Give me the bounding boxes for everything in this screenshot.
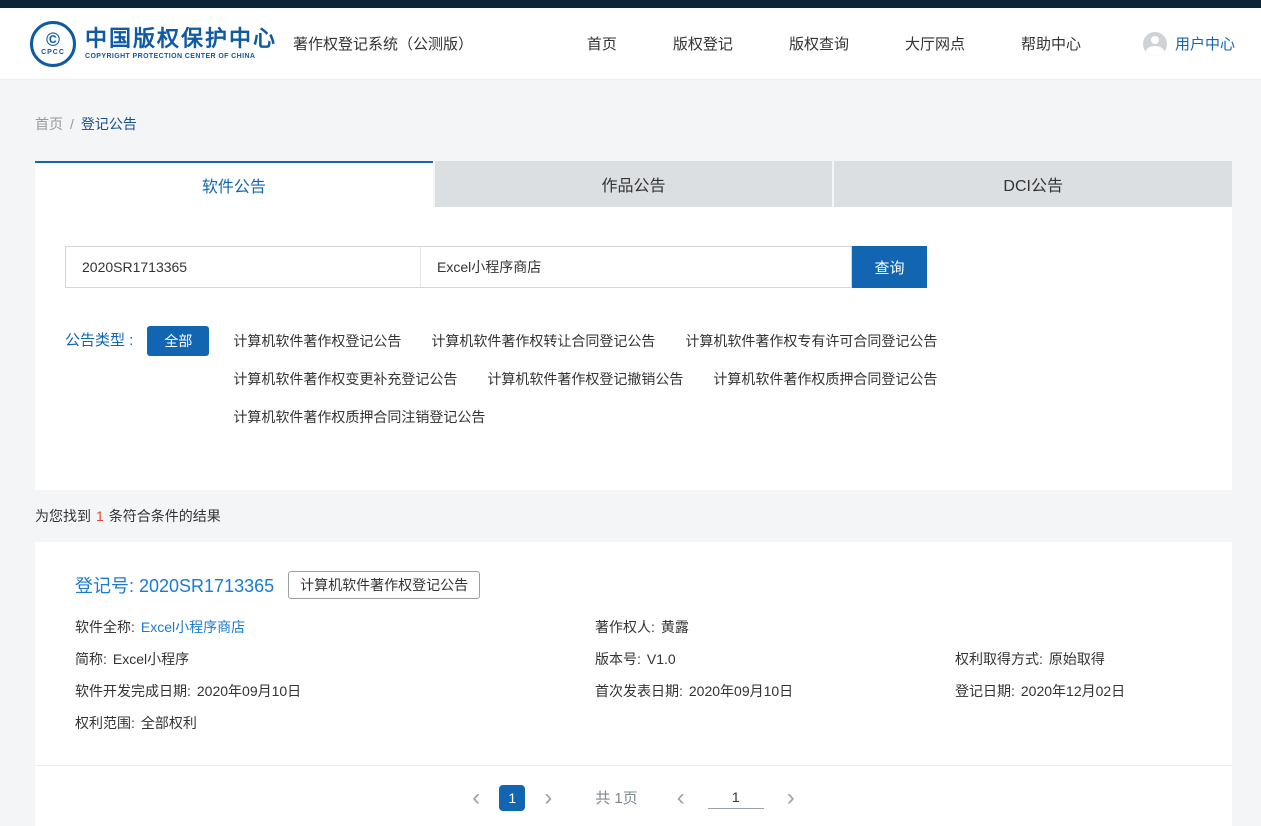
filter-options-row: 计算机软件著作权质押合同注销登记公告	[233, 402, 937, 432]
filter-option[interactable]: 计算机软件著作权登记撤销公告	[487, 364, 683, 394]
main-nav: 首页 版权登记 版权查询 大厅网点 帮助中心	[587, 33, 1081, 54]
registration-number-input[interactable]	[66, 247, 421, 287]
breadcrumb-home[interactable]: 首页	[35, 116, 63, 132]
nav-item-help-center[interactable]: 帮助中心	[1021, 33, 1081, 54]
announcement-tabs: 软件公告 作品公告 DCI公告	[35, 161, 1232, 207]
pagination: ‹ 1 › 共 1页 ‹ ›	[463, 785, 804, 811]
filter-options-row: 计算机软件著作权登记公告 计算机软件著作权转让合同登记公告 计算机软件著作权专有…	[233, 326, 937, 356]
breadcrumb: 首页 / 登记公告	[0, 80, 1261, 134]
page: © CPCC 中国版权保护中心 COPYRIGHT PROTECTION CEN…	[0, 0, 1261, 826]
filter-option[interactable]: 计算机软件著作权变更补充登记公告	[233, 364, 457, 394]
result-card: 登记号: 2020SR1713365 计算机软件著作权登记公告 软件全称:Exc…	[35, 542, 1232, 765]
jump-next-icon[interactable]: ›	[778, 785, 804, 811]
announcement-type-badge: 计算机软件著作权登记公告	[288, 571, 480, 599]
field-copyright-owner: 著作权人:黄露	[595, 611, 955, 643]
tab-works-announcement[interactable]: 作品公告	[435, 161, 833, 207]
filter-option[interactable]: 计算机软件著作权质押合同登记公告	[713, 364, 937, 394]
filter-option[interactable]: 计算机软件著作权登记公告	[233, 326, 401, 356]
logo-name-cn: 中国版权保护中心	[85, 27, 277, 51]
pagination-bar: ‹ 1 › 共 1页 ‹ ›	[35, 765, 1232, 826]
search-panel: 查询 公告类型 : 全部 计算机软件著作权登记公告 计算机软件著作权转让合同登记…	[35, 207, 1232, 490]
results-count: 1	[96, 508, 104, 524]
software-name-input[interactable]	[421, 247, 851, 287]
field-registration-date: 登记日期:2020年12月02日	[955, 675, 1192, 707]
nav-item-hall-locations[interactable]: 大厅网点	[905, 33, 965, 54]
breadcrumb-current: 登记公告	[81, 116, 137, 132]
breadcrumb-separator: /	[70, 116, 74, 132]
registration-number-link[interactable]: 登记号: 2020SR1713365	[75, 572, 274, 598]
field-rights-scope: 权利范围:全部权利	[75, 707, 595, 739]
nav-item-home[interactable]: 首页	[587, 33, 617, 54]
logo-text: 中国版权保护中心 COPYRIGHT PROTECTION CENTER OF …	[85, 27, 277, 60]
software-name-link[interactable]: Excel小程序商店	[141, 619, 245, 635]
results-summary: 为您找到 1 条符合条件的结果	[35, 506, 1261, 526]
results-suffix: 条符合条件的结果	[109, 508, 221, 524]
empty-cell	[955, 611, 1192, 643]
filter-option[interactable]: 计算机软件著作权专有许可合同登记公告	[685, 326, 937, 356]
filter-label: 公告类型 :	[65, 326, 133, 356]
nav-item-copyright-register[interactable]: 版权登记	[673, 33, 733, 54]
prev-page-icon[interactable]: ‹	[463, 785, 489, 811]
user-center-label: 用户中心	[1175, 33, 1235, 54]
result-card-header: 登记号: 2020SR1713365 计算机软件著作权登记公告	[75, 571, 1192, 599]
jump-prev-icon[interactable]: ‹	[668, 785, 694, 811]
top-border	[0, 0, 1261, 8]
result-detail-grid: 软件全称:Excel小程序商店 著作权人:黄露 简称:Excel小程序 版本号:…	[75, 611, 1192, 739]
system-title: 著作权登记系统（公测版）	[293, 33, 473, 54]
search-fields	[65, 246, 852, 288]
logo-name-en: COPYRIGHT PROTECTION CENTER OF CHINA	[85, 53, 277, 60]
field-dev-complete-date: 软件开发完成日期:2020年09月10日	[75, 675, 595, 707]
search-bar: 查询	[65, 246, 1202, 288]
empty-cell	[955, 707, 1192, 739]
tab-software-announcement[interactable]: 软件公告	[35, 161, 433, 207]
cpcc-logo-icon: © CPCC	[30, 21, 76, 67]
filter-options-row: 计算机软件著作权变更补充登记公告 计算机软件著作权登记撤销公告 计算机软件著作权…	[233, 364, 937, 394]
page-jump-input[interactable]	[708, 787, 764, 809]
user-avatar-icon	[1143, 32, 1167, 56]
logo[interactable]: © CPCC 中国版权保护中心 COPYRIGHT PROTECTION CEN…	[30, 21, 277, 67]
field-short-name: 简称:Excel小程序	[75, 643, 595, 675]
announcement-type-filters: 公告类型 : 全部 计算机软件著作权登记公告 计算机软件著作权转让合同登记公告 …	[65, 326, 1202, 432]
user-center-button[interactable]: 用户中心	[1143, 32, 1235, 56]
field-first-publish-date: 首次发表日期:2020年09月10日	[595, 675, 955, 707]
field-version-number: 版本号:V1.0	[595, 643, 955, 675]
filter-option[interactable]: 计算机软件著作权转让合同登记公告	[431, 326, 655, 356]
tab-dci-announcement[interactable]: DCI公告	[834, 161, 1232, 207]
next-page-icon[interactable]: ›	[535, 785, 561, 811]
filter-options: 计算机软件著作权登记公告 计算机软件著作权转让合同登记公告 计算机软件著作权专有…	[233, 326, 937, 432]
field-rights-acquisition-method: 权利取得方式:原始取得	[955, 643, 1192, 675]
results-prefix: 为您找到	[35, 508, 91, 524]
header: © CPCC 中国版权保护中心 COPYRIGHT PROTECTION CEN…	[0, 8, 1261, 80]
filter-all-button[interactable]: 全部	[147, 326, 209, 356]
page-number-current[interactable]: 1	[499, 785, 525, 811]
filter-option[interactable]: 计算机软件著作权质押合同注销登记公告	[233, 402, 485, 432]
empty-cell	[595, 707, 955, 739]
nav-item-copyright-search[interactable]: 版权查询	[789, 33, 849, 54]
query-button[interactable]: 查询	[852, 246, 927, 288]
field-software-full-name: 软件全称:Excel小程序商店	[75, 611, 595, 643]
total-pages-label: 共 1页	[595, 787, 638, 808]
